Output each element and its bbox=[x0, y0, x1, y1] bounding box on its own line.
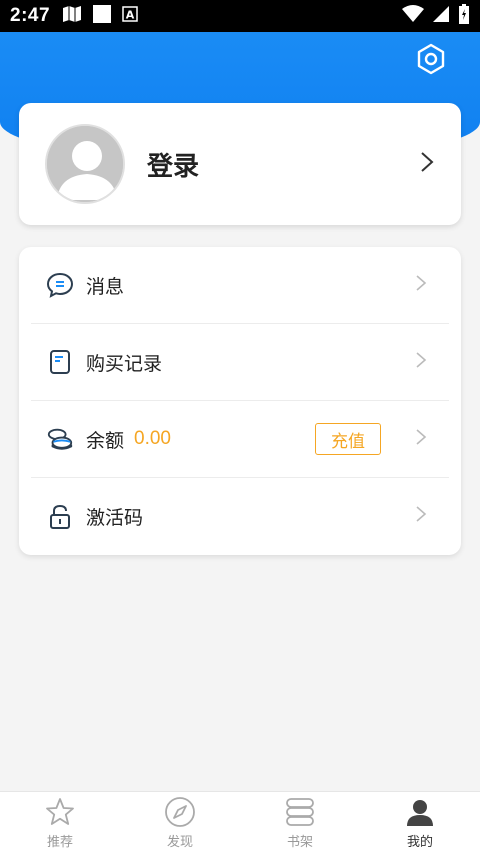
nav-item-mine[interactable]: 我的 bbox=[360, 792, 480, 853]
menu-item-messages[interactable]: 消息 bbox=[31, 247, 449, 324]
menu-item-activation-code[interactable]: 激活码 bbox=[31, 478, 449, 555]
recharge-button[interactable]: 充值 bbox=[315, 423, 381, 455]
compass-icon bbox=[164, 795, 196, 829]
square-icon bbox=[92, 4, 112, 29]
status-bar: 2:47 A bbox=[0, 0, 480, 32]
map-icon bbox=[62, 5, 82, 28]
status-icons-right bbox=[402, 3, 470, 29]
bookshelf-icon bbox=[284, 795, 316, 829]
nav-item-discover[interactable]: 发现 bbox=[120, 792, 240, 853]
purchase-history-label: 购买记录 bbox=[86, 353, 163, 375]
a-box-icon: A bbox=[122, 5, 138, 27]
balance-value: 0.00 bbox=[134, 428, 171, 449]
chevron-right-icon bbox=[415, 428, 427, 451]
message-bubble-icon bbox=[46, 271, 74, 299]
wifi-icon bbox=[402, 4, 424, 28]
nav-label: 我的 bbox=[406, 834, 433, 849]
nav-label: 发现 bbox=[166, 834, 193, 849]
status-icons-left: A bbox=[62, 4, 138, 29]
lock-icon bbox=[46, 503, 74, 531]
nav-item-recommend[interactable]: 推荐 bbox=[0, 792, 120, 853]
receipt-icon bbox=[46, 348, 74, 376]
person-icon bbox=[404, 795, 436, 829]
settings-button[interactable] bbox=[414, 43, 448, 80]
chevron-right-icon bbox=[415, 505, 427, 528]
chevron-right-icon bbox=[415, 274, 427, 297]
menu-item-balance[interactable]: 余额 0.00 充值 bbox=[31, 401, 449, 478]
nav-label: 书架 bbox=[286, 834, 313, 849]
profile-card[interactable]: 登录 bbox=[19, 103, 461, 225]
settings-hexagon-icon bbox=[415, 43, 447, 80]
avatar bbox=[45, 124, 125, 204]
bottom-nav: 推荐 发现 书架 我的 bbox=[0, 791, 480, 853]
menu-item-purchase-history[interactable]: 购买记录 bbox=[31, 324, 449, 401]
nav-item-bookshelf[interactable]: 书架 bbox=[240, 792, 360, 853]
chevron-right-icon bbox=[415, 351, 427, 374]
menu-card: 消息 购买记录 余额 0.00 充值 激活码 bbox=[19, 247, 461, 555]
battery-icon bbox=[458, 3, 470, 29]
activation-code-label: 激活码 bbox=[86, 508, 144, 529]
messages-label: 消息 bbox=[86, 276, 125, 298]
nav-label: 推荐 bbox=[46, 834, 73, 849]
default-avatar-icon bbox=[47, 126, 123, 202]
balance-label: 余额 bbox=[86, 430, 125, 452]
login-label: 登录 bbox=[147, 150, 200, 181]
coins-icon bbox=[46, 425, 74, 453]
signal-icon bbox=[432, 5, 450, 28]
svg-text:A: A bbox=[126, 8, 135, 21]
star-icon bbox=[44, 795, 76, 829]
chevron-right-icon bbox=[419, 151, 435, 178]
status-time: 2:47 bbox=[10, 5, 51, 26]
